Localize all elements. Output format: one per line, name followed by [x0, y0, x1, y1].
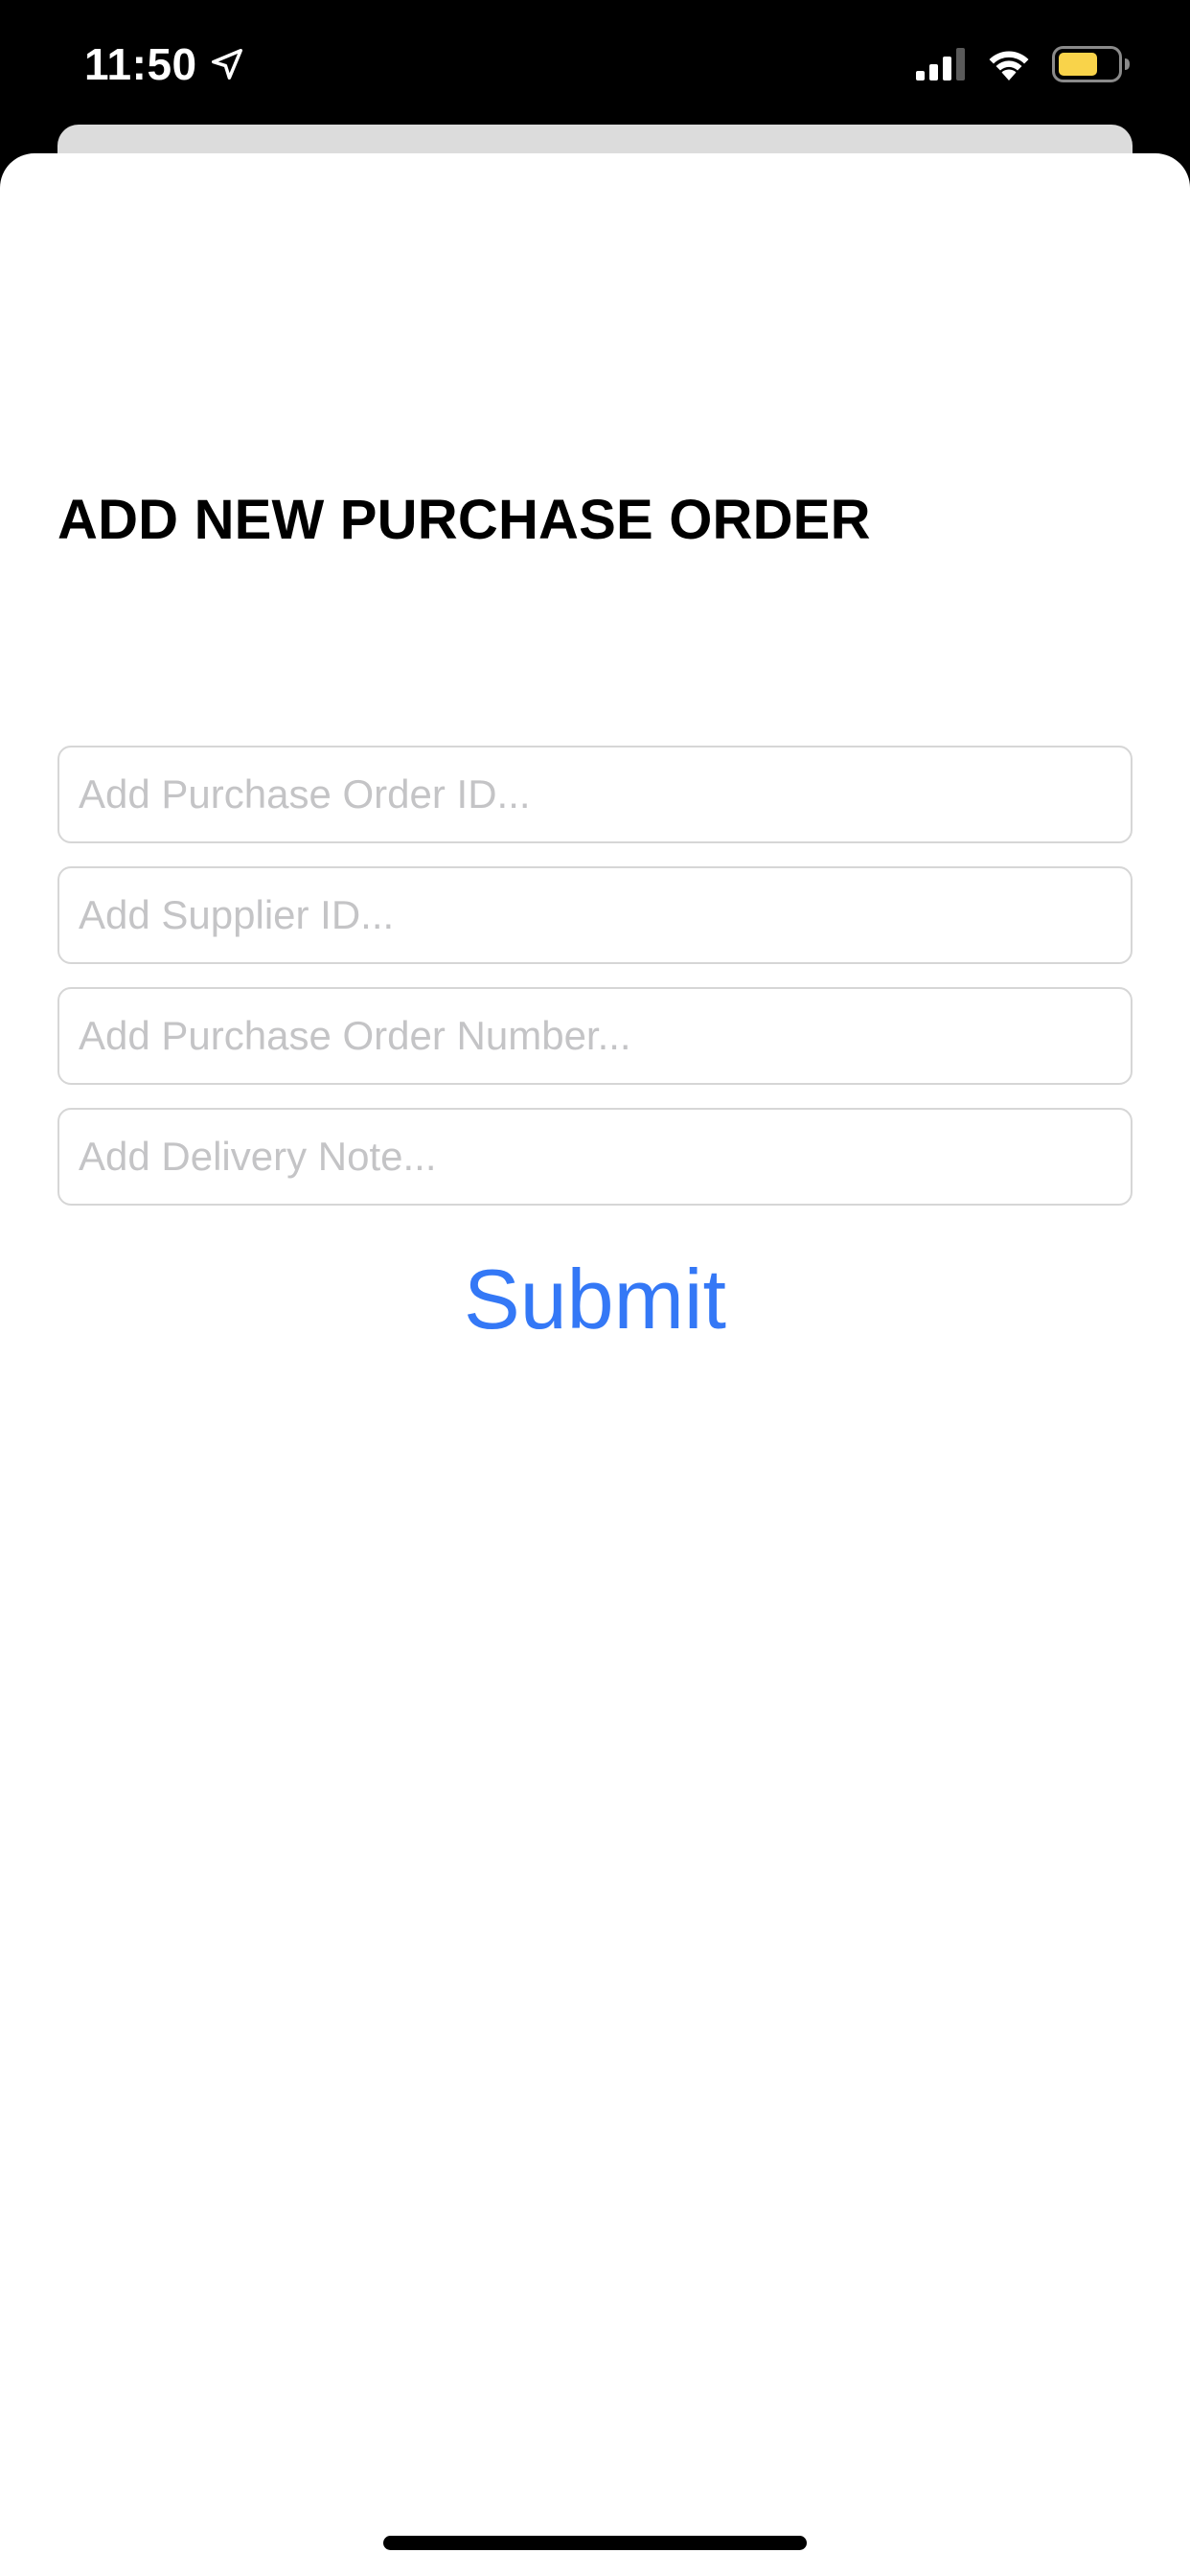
purchase-order-number-input[interactable]: [57, 987, 1133, 1085]
purchase-order-id-input[interactable]: [57, 746, 1133, 843]
status-time: 11:50: [84, 39, 197, 89]
status-bar: 11:50: [0, 0, 1190, 126]
submit-button[interactable]: Submit: [403, 1246, 787, 1353]
form-title: ADD NEW PURCHASE ORDER: [57, 489, 871, 551]
supplier-id-input[interactable]: [57, 866, 1133, 964]
battery-icon: [1052, 46, 1130, 82]
home-indicator: [383, 2536, 807, 2550]
delivery-note-input[interactable]: [57, 1108, 1133, 1206]
wifi-icon: [989, 51, 1029, 80]
cellular-signal-icon: [916, 48, 965, 80]
location-arrow-icon: [212, 49, 242, 80]
